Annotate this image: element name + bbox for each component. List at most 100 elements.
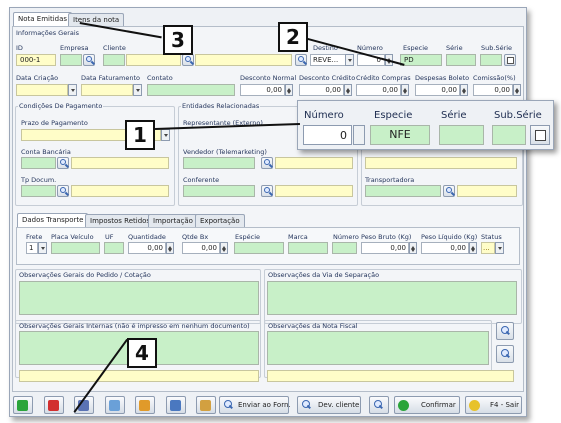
tp-docum-search-button[interactable]: [57, 185, 69, 197]
comissao-field[interactable]: 0,00: [473, 84, 513, 96]
check-document-button[interactable]: [105, 396, 125, 414]
chevron-down-icon[interactable]: [345, 54, 354, 66]
transportadora-name-field[interactable]: [457, 185, 517, 197]
tab-impostos-retidos[interactable]: Impostos Retidos: [85, 214, 156, 227]
zoom-subserie-field[interactable]: [492, 125, 526, 145]
especie-field[interactable]: PD: [400, 54, 442, 66]
package-button[interactable]: [196, 396, 216, 414]
empresa-search-button[interactable]: [83, 54, 95, 66]
uf-field[interactable]: [104, 242, 124, 254]
quantidade-field[interactable]: 0,00: [128, 242, 166, 254]
refresh-button[interactable]: [135, 396, 155, 414]
status-select[interactable]: ...: [481, 242, 495, 254]
classification-field[interactable]: [365, 157, 517, 169]
obs-search-button[interactable]: [496, 322, 514, 340]
placa-field[interactable]: [51, 242, 100, 254]
devolucao-cliente-button[interactable]: Dev. cliente: [297, 396, 361, 414]
chevron-down-icon[interactable]: [161, 129, 170, 141]
destino-search-button[interactable]: [295, 54, 307, 66]
chevron-down-icon[interactable]: [133, 84, 142, 96]
obs-separacao-textarea[interactable]: [267, 281, 517, 315]
add-button[interactable]: [13, 396, 33, 414]
zoom-edit-button[interactable]: [530, 125, 550, 145]
cliente-code-field[interactable]: [103, 54, 125, 66]
data-criacao-label: Data Criação: [16, 74, 59, 82]
enviar-fornecedor-button[interactable]: Enviar ao Forn.: [219, 396, 291, 414]
cliente-name-field[interactable]: [126, 54, 181, 66]
marca-field[interactable]: [288, 242, 328, 254]
search-button[interactable]: [369, 396, 389, 414]
tab-dados-transporte[interactable]: Dados Transporte: [17, 213, 89, 227]
conta-code-field[interactable]: [21, 157, 56, 169]
data-faturamento-field[interactable]: [81, 84, 133, 96]
search-icon: [224, 400, 232, 408]
comissao-stepper[interactable]: [513, 84, 521, 96]
transportadora-search-button[interactable]: [443, 185, 455, 197]
tab-nota-emitidas[interactable]: Nota Emitidas: [13, 12, 73, 26]
conta-search-button[interactable]: [57, 157, 69, 169]
zoom-especie-label: Especie: [374, 110, 413, 121]
conferente-code-field[interactable]: [183, 185, 255, 197]
desconto-normal-stepper[interactable]: [285, 84, 293, 96]
zoom-numero-field[interactable]: 0: [303, 125, 352, 145]
empresa-field[interactable]: [60, 54, 82, 66]
id-field[interactable]: 000-1: [16, 54, 56, 66]
obs-internas-footer-field[interactable]: [19, 370, 259, 382]
conferente-search-button[interactable]: [261, 185, 273, 197]
peso-liquido-stepper[interactable]: [469, 242, 477, 254]
numero-transporte-field[interactable]: [332, 242, 357, 254]
obs-gerais-textarea[interactable]: [19, 281, 259, 315]
destino-select[interactable]: REVE...: [310, 54, 346, 66]
credito-compras-field[interactable]: 0,00: [356, 84, 401, 96]
confirmar-button[interactable]: Confirmar: [394, 396, 460, 414]
despesas-boleto-stepper[interactable]: [460, 84, 468, 96]
peso-bruto-field[interactable]: 0,00: [361, 242, 409, 254]
delete-button[interactable]: [44, 396, 64, 414]
data-criacao-field[interactable]: [16, 84, 68, 96]
tp-docum-code-field[interactable]: [21, 185, 56, 197]
transportadora-code-field[interactable]: [365, 185, 441, 197]
prazo-label: Prazo de Pagamento: [21, 119, 88, 127]
tab-label: Impostos Retidos: [90, 217, 151, 225]
save-button[interactable]: [166, 396, 186, 414]
chevron-down-icon[interactable]: [38, 242, 47, 254]
peso-bruto-stepper[interactable]: [409, 242, 417, 254]
credito-compras-stepper[interactable]: [401, 84, 409, 96]
serie-field[interactable]: [446, 54, 476, 66]
chevron-down-icon[interactable]: [495, 242, 504, 254]
zoom-numero-stepper[interactable]: [353, 125, 365, 145]
desconto-credito-field[interactable]: 0,00: [299, 84, 344, 96]
desconto-credito-stepper[interactable]: [344, 84, 352, 96]
especie-transporte-field[interactable]: [234, 242, 284, 254]
cliente-search-button[interactable]: [182, 54, 194, 66]
obs-nota-textarea[interactable]: [267, 331, 489, 365]
quantidade-stepper[interactable]: [166, 242, 174, 254]
edit-icon: [535, 130, 546, 141]
edit-serie-button[interactable]: [504, 54, 516, 66]
tab-importacao[interactable]: Importação: [148, 214, 198, 227]
obs-search-button-2[interactable]: [496, 345, 514, 363]
contato-field[interactable]: [147, 84, 235, 96]
tp-docum-name-field[interactable]: [71, 185, 169, 197]
despesas-boleto-field[interactable]: 0,00: [415, 84, 460, 96]
qtde-bx-field[interactable]: 0,00: [182, 242, 220, 254]
peso-liquido-field[interactable]: 0,00: [421, 242, 469, 254]
desconto-normal-field[interactable]: 0,00: [240, 84, 285, 96]
chevron-down-icon[interactable]: [68, 84, 77, 96]
zoom-especie-field[interactable]: NFE: [370, 125, 430, 145]
conferente-name-field[interactable]: [275, 185, 353, 197]
vendedor-code-field[interactable]: [183, 157, 255, 169]
desconto-normal-value: 0,00: [266, 86, 282, 94]
tab-exportacao[interactable]: Exportação: [195, 214, 245, 227]
frete-select[interactable]: 1: [26, 242, 38, 254]
obs-nota-footer-field[interactable]: [267, 370, 514, 382]
sair-button[interactable]: F4 - Sair: [465, 396, 522, 414]
vendedor-search-button[interactable]: [261, 157, 273, 169]
tp-docum-label: Tp Docum.: [21, 176, 57, 184]
qtde-bx-stepper[interactable]: [220, 242, 228, 254]
conta-name-field[interactable]: [71, 157, 169, 169]
subserie-field[interactable]: [480, 54, 502, 66]
zoom-serie-field[interactable]: [439, 125, 484, 145]
cliente-extra-field[interactable]: [195, 54, 292, 66]
vendedor-name-field[interactable]: [275, 157, 353, 169]
